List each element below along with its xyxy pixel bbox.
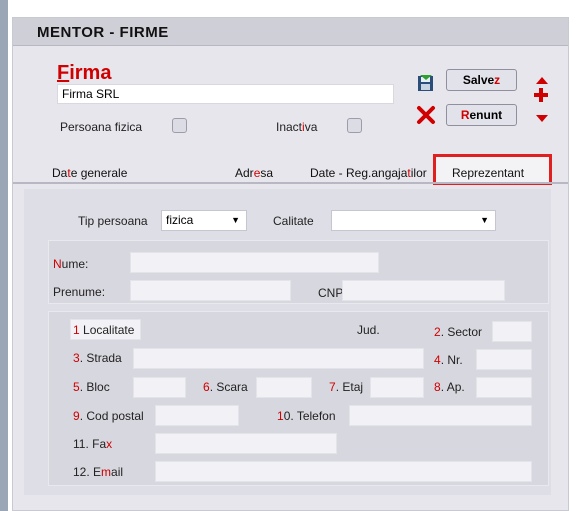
- tab-strip-border: [13, 182, 568, 184]
- scara-label: 6. Scara: [203, 380, 248, 394]
- cod-postal-input[interactable]: [155, 405, 239, 426]
- sector-input[interactable]: [492, 321, 532, 342]
- tip-persoana-value: fizica: [166, 213, 194, 227]
- telefon-label: 10. Telefon: [277, 409, 336, 423]
- nume-label: Nume:: [53, 257, 89, 271]
- move-up-icon[interactable]: [535, 75, 549, 85]
- cod-postal-label: 9. Cod postal: [73, 409, 144, 423]
- scara-input[interactable]: [256, 377, 312, 398]
- save-icon[interactable]: [417, 74, 435, 92]
- cancel-icon[interactable]: [416, 105, 436, 125]
- email-input[interactable]: [155, 461, 532, 482]
- window-title: MENTOR - FIRME: [37, 24, 169, 41]
- fax-label: 11. Fax: [73, 437, 113, 451]
- bloc-label: 5. Bloc: [73, 380, 110, 394]
- tab-reprezentant[interactable]: Reprezentant: [452, 166, 524, 180]
- sector-label: 2. Sector: [434, 325, 483, 339]
- tab-date-reg-angajatilor[interactable]: Date - Reg.angajatilor: [310, 166, 427, 180]
- save-button[interactable]: Salvez: [446, 69, 517, 91]
- tab-adresa[interactable]: Adresa: [235, 166, 273, 180]
- move-down-icon[interactable]: [535, 112, 549, 122]
- tip-persoana-select[interactable]: fizica ▼: [161, 210, 247, 231]
- cnp-input[interactable]: [342, 280, 505, 301]
- inactiva-checkbox[interactable]: [347, 118, 362, 133]
- firma-label-hotkey: F: [57, 62, 70, 84]
- firma-name-input[interactable]: [57, 84, 394, 104]
- cancel-button[interactable]: Renunt: [446, 104, 517, 126]
- nr-input[interactable]: [476, 349, 532, 370]
- firma-label-rest: irma: [69, 62, 112, 84]
- tab-date-generale[interactable]: Date generale: [52, 166, 127, 180]
- email-label: 12. Email: [73, 465, 124, 479]
- persoana-fizica-label: Persoana fizica: [60, 120, 143, 134]
- nume-input[interactable]: [130, 252, 379, 273]
- telefon-input[interactable]: [349, 405, 532, 426]
- add-icon[interactable]: [533, 87, 549, 103]
- localitate-label-text: 1 Localitate: [73, 323, 135, 337]
- fax-input[interactable]: [155, 433, 337, 454]
- left-frame-bar: [0, 0, 8, 511]
- ap-input[interactable]: [476, 377, 532, 398]
- prenume-label: Prenume:: [53, 285, 106, 299]
- calitate-select[interactable]: ▼: [331, 210, 496, 231]
- tip-persoana-label: Tip persoana: [78, 214, 148, 228]
- chevron-down-icon: ▼: [231, 215, 240, 225]
- persoana-fizica-checkbox[interactable]: [172, 118, 187, 133]
- etaj-input[interactable]: [370, 377, 424, 398]
- etaj-label: 7. Etaj: [329, 380, 364, 394]
- bloc-input[interactable]: [133, 377, 186, 398]
- calitate-label: Calitate: [273, 214, 314, 228]
- nr-label: 4. Nr.: [434, 353, 463, 367]
- jud-label: Jud.: [357, 323, 380, 337]
- ap-label: 8. Ap.: [434, 380, 465, 394]
- strada-label: 3. Strada: [73, 351, 122, 365]
- inactiva-label: Inactiva: [276, 120, 318, 134]
- chevron-down-icon: ▼: [480, 215, 489, 225]
- prenume-input[interactable]: [130, 280, 291, 301]
- firma-label: Firma: [57, 62, 111, 85]
- strada-input[interactable]: [133, 348, 424, 369]
